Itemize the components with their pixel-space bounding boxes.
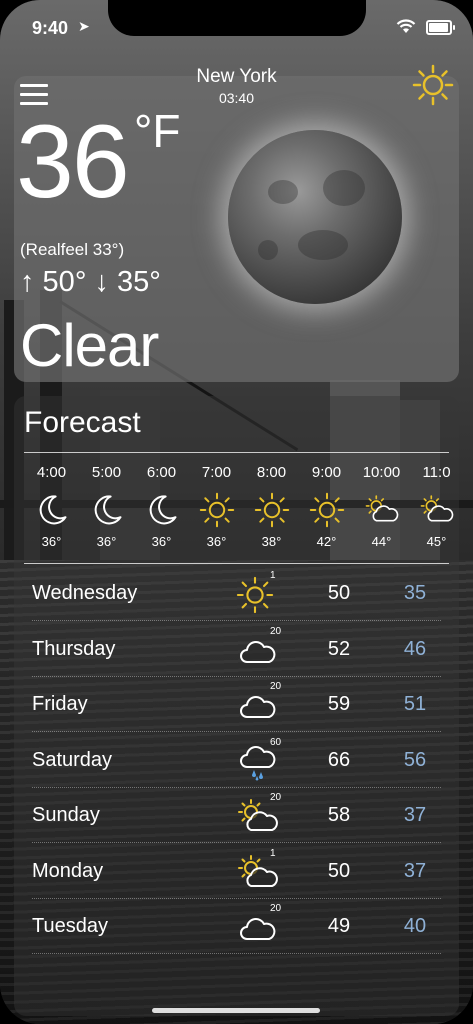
row-divider [32,953,441,954]
precip-probability: 20 [270,903,282,914]
hourly-time: 4:00 [36,464,67,481]
precip-probability: 1 [270,847,276,859]
hourly-item: 6:00 36° [134,462,189,549]
day-low-temp: 46 [403,637,427,660]
rain-icon [236,743,280,781]
daily-row[interactable]: Tuesday 20 49 40 [24,899,449,954]
sun-icon[interactable] [412,64,454,106]
precip-probability: 20 [270,625,282,637]
sun-cloud-icon [236,854,280,892]
hourly-item: 5:00 36° [79,462,134,549]
day-high-temp: 52 [327,637,351,660]
precip-probability: 1 [270,570,276,581]
day-low-temp: 51 [403,693,427,715]
day-low-temp: 56 [403,748,427,771]
location-arrow-icon: ➤ [78,18,90,34]
day-high-temp: 50 [327,859,351,882]
hourly-temp: 36° [96,534,117,549]
hourly-temp: 44° [371,534,392,549]
hourly-item: 10:00 44° [354,462,409,549]
sun-cloud-icon [364,492,400,528]
hourly-temp: 45° [426,534,447,549]
moon-image [228,130,402,304]
day-name: Sunday [32,804,100,826]
precip-probability: 20 [270,681,282,692]
moon-icon [144,492,180,528]
hourly-item: 8:00 38° [244,462,299,549]
daily-row[interactable]: Thursday 20 52 46 [24,622,449,677]
realfeel-text: (Realfeel 33°) [20,240,125,259]
day-name: Saturday [32,748,113,771]
day-name: Friday [32,693,88,715]
hourly-time: 11:0 [422,464,451,481]
hourly-item: 9:00 42° [299,462,354,549]
wifi-icon [396,19,416,33]
daily-row[interactable]: Sunday 20 58 37 [24,788,449,843]
day-low-temp: 35 [403,582,427,604]
current-condition: Clear [20,312,159,379]
cloud-icon [236,909,280,947]
daily-row[interactable]: Wednesday 1 50 35 [24,566,449,621]
hourly-time: 9:00 [311,464,342,481]
forecast-title: Forecast [24,406,141,439]
day-name: Thursday [32,637,116,660]
hourly-time: 6:00 [146,464,177,481]
hourly-time: 7:00 [201,464,232,481]
divider [24,563,449,564]
city-name: New York [196,66,277,87]
sun-icon [199,492,235,528]
divider [24,452,449,453]
cloud-icon [236,687,280,725]
day-high-temp: 66 [327,748,351,771]
hourly-temp: 36° [41,534,62,549]
moon-icon [34,492,70,528]
precip-probability: 60 [270,736,282,748]
battery-icon [426,20,455,35]
daily-row[interactable]: Friday 20 59 51 [24,677,449,732]
day-high-temp: 49 [327,915,351,937]
day-high-temp: 59 [327,693,351,715]
cloud-icon [236,632,280,670]
sun-icon [236,576,280,614]
day-name: Monday [32,859,104,882]
day-low-temp: 40 [403,915,427,937]
day-high-temp: 50 [327,582,351,604]
hourly-time: 5:00 [91,464,122,481]
high-low-temperature: ↑ 50° ↓ 35° [20,266,161,298]
hourly-temp: 42° [316,534,337,549]
sun-icon [309,492,345,528]
home-indicator[interactable] [152,1008,320,1013]
app-screen: 9:40 ➤ New York 03:40 36 °F (Realfeel 33… [0,0,473,1024]
day-low-temp: 37 [403,804,427,826]
sun-cloud-icon [236,798,280,836]
day-high-temp: 58 [327,804,351,826]
hourly-temp: 36° [151,534,172,549]
precip-probability: 20 [270,792,282,803]
hourly-temp: 38° [261,534,282,549]
hourly-time: 8:00 [256,464,287,481]
status-bar: 9:40 ➤ [0,0,473,56]
moon-icon [89,492,125,528]
day-name: Wednesday [32,582,138,604]
temperature-unit: °F [134,105,181,157]
current-temperature: 36 [16,104,130,220]
hourly-time: 10:00 [362,464,401,481]
day-low-temp: 37 [403,859,427,882]
status-time: 9:40 [32,18,69,38]
notch [108,0,366,36]
hourly-item: 7:00 36° [189,462,244,549]
day-name: Tuesday [32,915,108,937]
hourly-item: 4:00 36° [24,462,79,549]
hourly-item: 11:0 45° [409,462,464,549]
sun-cloud-icon [419,492,455,528]
daily-row[interactable]: Saturday 60 66 56 [24,733,449,788]
hourly-temp: 36° [206,534,227,549]
sun-icon [254,492,290,528]
daily-row[interactable]: Monday 1 50 37 [24,844,449,899]
